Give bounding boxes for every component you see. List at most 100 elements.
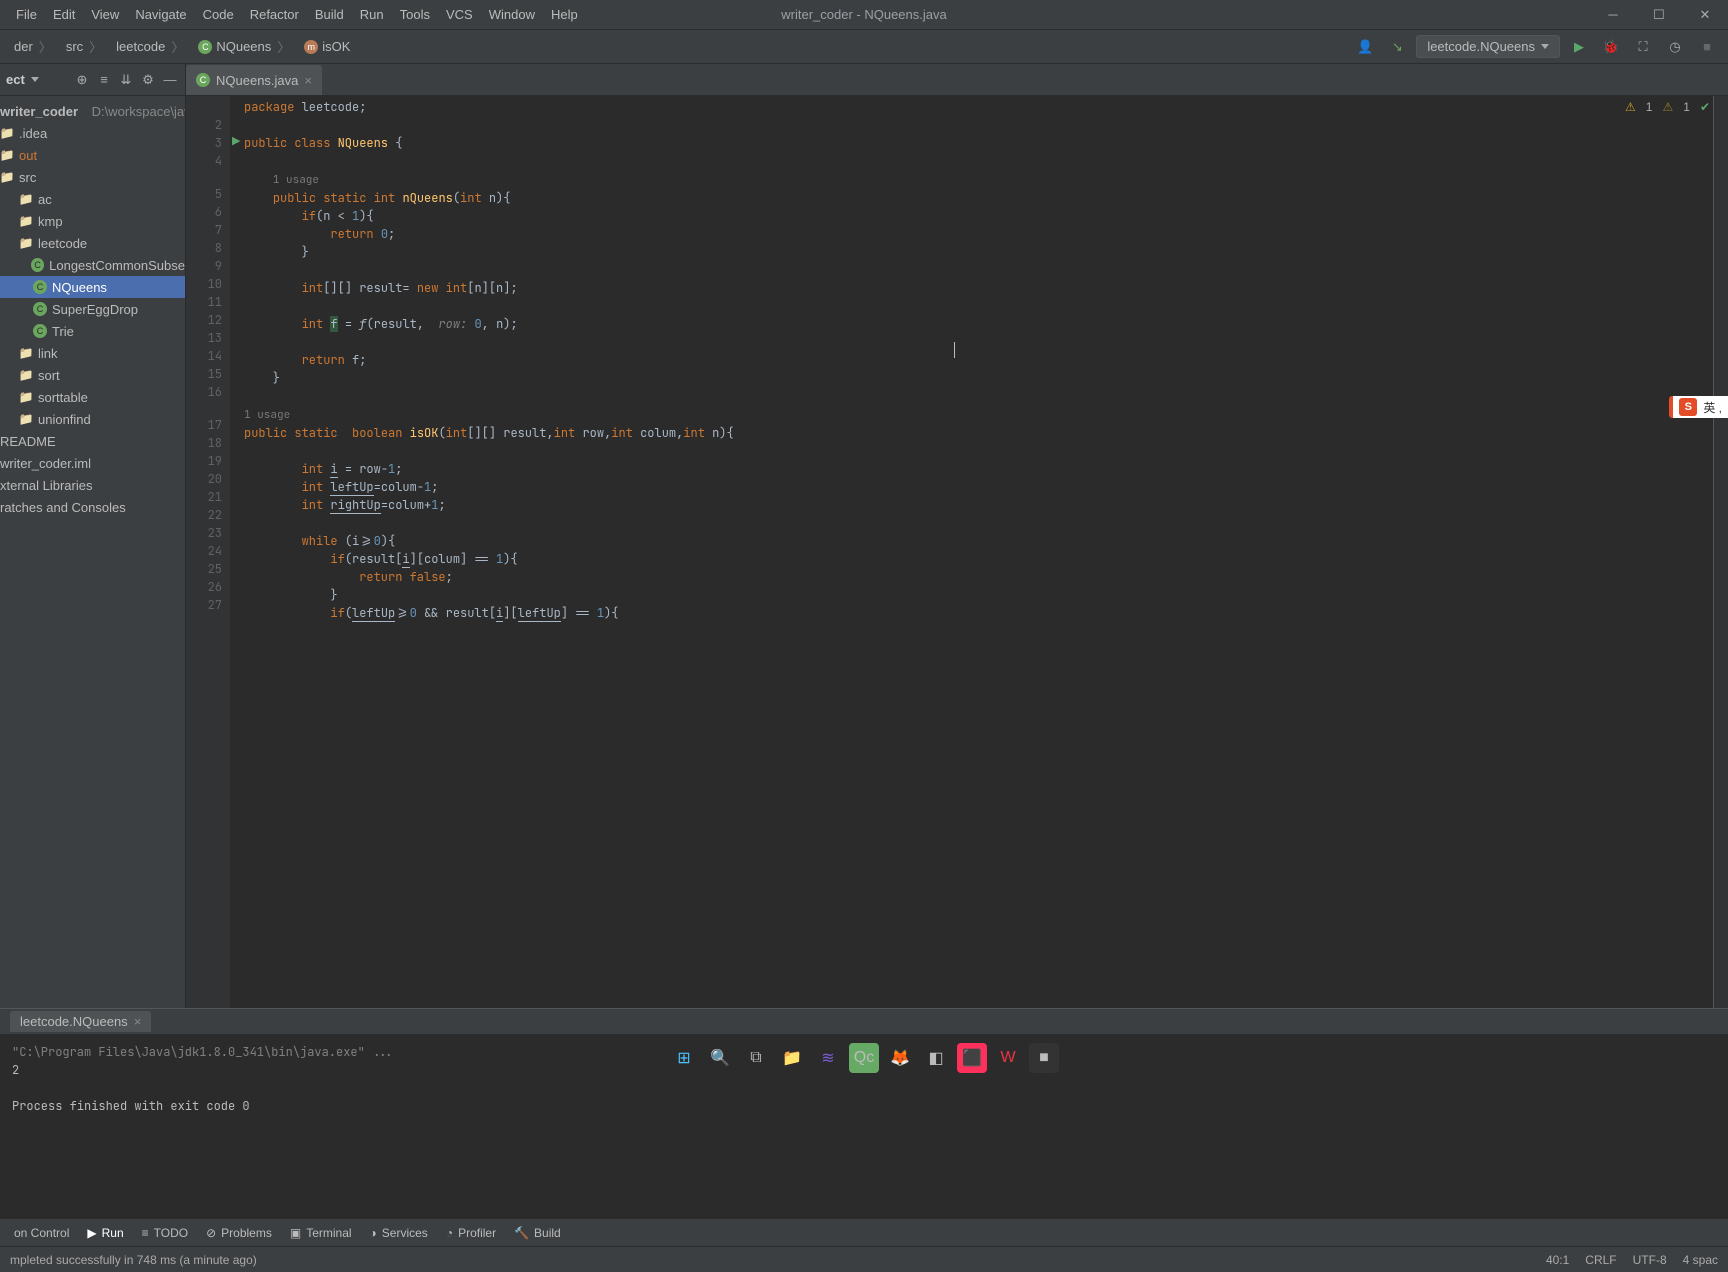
tree-folder-leetcode[interactable]: leetcode <box>0 232 185 254</box>
tab-problems[interactable]: ⊘ Problems <box>206 1226 272 1240</box>
file-encoding[interactable]: UTF-8 <box>1633 1253 1667 1267</box>
coverage-button[interactable]: ⛶ <box>1630 34 1656 60</box>
run-button[interactable]: ▶ <box>1566 34 1592 60</box>
ime-indicator[interactable]: S 英 , <box>1669 396 1728 418</box>
menu-run[interactable]: Run <box>352 3 392 26</box>
debug-button[interactable]: 🐞 <box>1598 34 1624 60</box>
tab-todo[interactable]: ≡ TODO <box>142 1226 188 1240</box>
tree-folder-link[interactable]: link <box>0 342 185 364</box>
menu-refactor[interactable]: Refactor <box>242 3 307 26</box>
firefox-icon[interactable]: 🦊 <box>885 1043 915 1073</box>
app-icon[interactable]: Qc <box>849 1043 879 1073</box>
run-configuration-select[interactable]: leetcode.NQueens <box>1416 35 1560 58</box>
caret-position[interactable]: 40:1 <box>1546 1253 1569 1267</box>
tree-folder-out[interactable]: out <box>0 144 185 166</box>
tree-class-lcs[interactable]: CLongestCommonSubse <box>0 254 185 276</box>
menu-navigate[interactable]: Navigate <box>127 3 194 26</box>
collapse-all-icon[interactable]: ⇊ <box>117 71 135 89</box>
add-user-icon[interactable]: 👤 <box>1352 34 1378 60</box>
breadcrumb: CNQueens〉 <box>192 37 298 56</box>
run-configuration-label: leetcode.NQueens <box>1427 39 1535 54</box>
navigation-bar: der〉 src〉 leetcode〉 CNQueens〉 misOK 👤 ↘ … <box>0 30 1728 64</box>
vscode-icon[interactable]: ≋ <box>813 1043 843 1073</box>
class-icon: C <box>33 324 47 338</box>
class-icon: C <box>31 258 44 272</box>
task-view-icon[interactable]: ⧉ <box>741 1043 771 1073</box>
hide-icon[interactable]: — <box>161 71 179 89</box>
wps-icon[interactable]: W <box>993 1043 1023 1073</box>
menu-file[interactable]: File <box>8 3 45 26</box>
editor[interactable]: 234 56789 10111213141516 171819202122232… <box>186 96 1728 1008</box>
close-tab-icon[interactable]: × <box>134 1014 142 1029</box>
maximize-button[interactable]: ☐ <box>1636 0 1682 30</box>
tree-folder-unionfind[interactable]: unionfind <box>0 408 185 430</box>
editor-tab-nqueens[interactable]: C NQueens.java × <box>186 65 322 95</box>
hammer-build-icon[interactable]: ↘ <box>1384 34 1410 60</box>
close-button[interactable]: ✕ <box>1682 0 1728 30</box>
window-title: writer_coder - NQueens.java <box>781 7 946 22</box>
tree-file-iml[interactable]: writer_coder.iml <box>0 452 185 474</box>
menu-edit[interactable]: Edit <box>45 3 83 26</box>
tree-external-libraries[interactable]: xternal Libraries <box>0 474 185 496</box>
tab-profiler[interactable]: ◔ Profiler <box>446 1226 496 1240</box>
inspection-widget[interactable]: ⚠1 ⚠1 ✔ <box>1625 100 1710 114</box>
menu-tools[interactable]: Tools <box>392 3 438 26</box>
start-icon[interactable]: ⊞ <box>669 1043 699 1073</box>
locate-icon[interactable]: ⊕ <box>73 71 91 89</box>
menu-build[interactable]: Build <box>307 3 352 26</box>
run-tab[interactable]: leetcode.NQueens × <box>10 1011 151 1032</box>
intellij-icon[interactable]: ⬛ <box>957 1043 987 1073</box>
tree-file-readme[interactable]: README <box>0 430 185 452</box>
indent-setting[interactable]: 4 spac <box>1683 1253 1718 1267</box>
tree-folder-kmp[interactable]: kmp <box>0 210 185 232</box>
line-separator[interactable]: CRLF <box>1585 1253 1616 1267</box>
status-message: mpleted successfully in 748 ms (a minute… <box>10 1253 257 1267</box>
profile-button[interactable]: ◷ <box>1662 34 1688 60</box>
tab-version-control[interactable]: on Control <box>14 1226 69 1240</box>
tab-build[interactable]: 🔨 Build <box>514 1226 561 1240</box>
stop-button[interactable]: ■ <box>1694 34 1720 60</box>
tree-class-nqueens[interactable]: CNQueens <box>0 276 185 298</box>
windows-taskbar: ⊞ 🔍 ⧉ 📁 ≋ Qc 🦊 ◧ ⬛ W ■ <box>0 1036 1728 1080</box>
breadcrumb: der〉 <box>8 37 60 56</box>
tree-class-supereggdrop[interactable]: CSuperEggDrop <box>0 298 185 320</box>
menu-code[interactable]: Code <box>195 3 242 26</box>
tab-run[interactable]: ▶ Run <box>87 1226 123 1240</box>
warning-icon: ⚠ <box>1625 100 1636 114</box>
editor-tab-label: NQueens.java <box>216 73 298 88</box>
class-icon: C <box>198 40 212 54</box>
code-area[interactable]: package leetcode; public class NQueens {… <box>230 96 1728 1008</box>
expand-all-icon[interactable]: ≡ <box>95 71 113 89</box>
gutter[interactable]: 234 56789 10111213141516 171819202122232… <box>186 96 230 1008</box>
search-icon[interactable]: 🔍 <box>705 1043 735 1073</box>
tree-folder-idea[interactable]: .idea <box>0 122 185 144</box>
tree-class-trie[interactable]: CTrie <box>0 320 185 342</box>
error-stripe[interactable] <box>1714 96 1728 1008</box>
breadcrumb: src〉 <box>60 37 110 56</box>
menu-view[interactable]: View <box>83 3 127 26</box>
tree-scratches[interactable]: ratches and Consoles <box>0 496 185 518</box>
app-icon[interactable]: ■ <box>1029 1043 1059 1073</box>
tree-folder-src[interactable]: src <box>0 166 185 188</box>
project-tree[interactable]: writer_coder D:\workspace\java .idea out… <box>0 96 185 522</box>
tree-folder-sort[interactable]: sort <box>0 364 185 386</box>
menu-vcs[interactable]: VCS <box>438 3 481 26</box>
breadcrumb: leetcode〉 <box>110 37 192 56</box>
highlight-var: f <box>330 316 337 332</box>
app-icon[interactable]: ◧ <box>921 1043 951 1073</box>
class-icon: C <box>33 302 47 316</box>
gear-icon[interactable]: ⚙ <box>139 71 157 89</box>
tab-terminal[interactable]: ▣ Terminal <box>290 1226 352 1240</box>
tree-project-root[interactable]: writer_coder D:\workspace\java <box>0 100 185 122</box>
explorer-icon[interactable]: 📁 <box>777 1043 807 1073</box>
menu-window[interactable]: Window <box>481 3 543 26</box>
chevron-down-icon[interactable] <box>31 77 39 82</box>
close-tab-icon[interactable]: × <box>304 73 312 88</box>
status-bar: mpleted successfully in 748 ms (a minute… <box>0 1246 1728 1272</box>
menu-help[interactable]: Help <box>543 3 586 26</box>
tree-folder-ac[interactable]: ac <box>0 188 185 210</box>
minimize-button[interactable]: ─ <box>1590 0 1636 30</box>
tab-services[interactable]: ◑ Services <box>370 1226 428 1240</box>
text-cursor <box>954 342 955 358</box>
tree-folder-sorttable[interactable]: sorttable <box>0 386 185 408</box>
